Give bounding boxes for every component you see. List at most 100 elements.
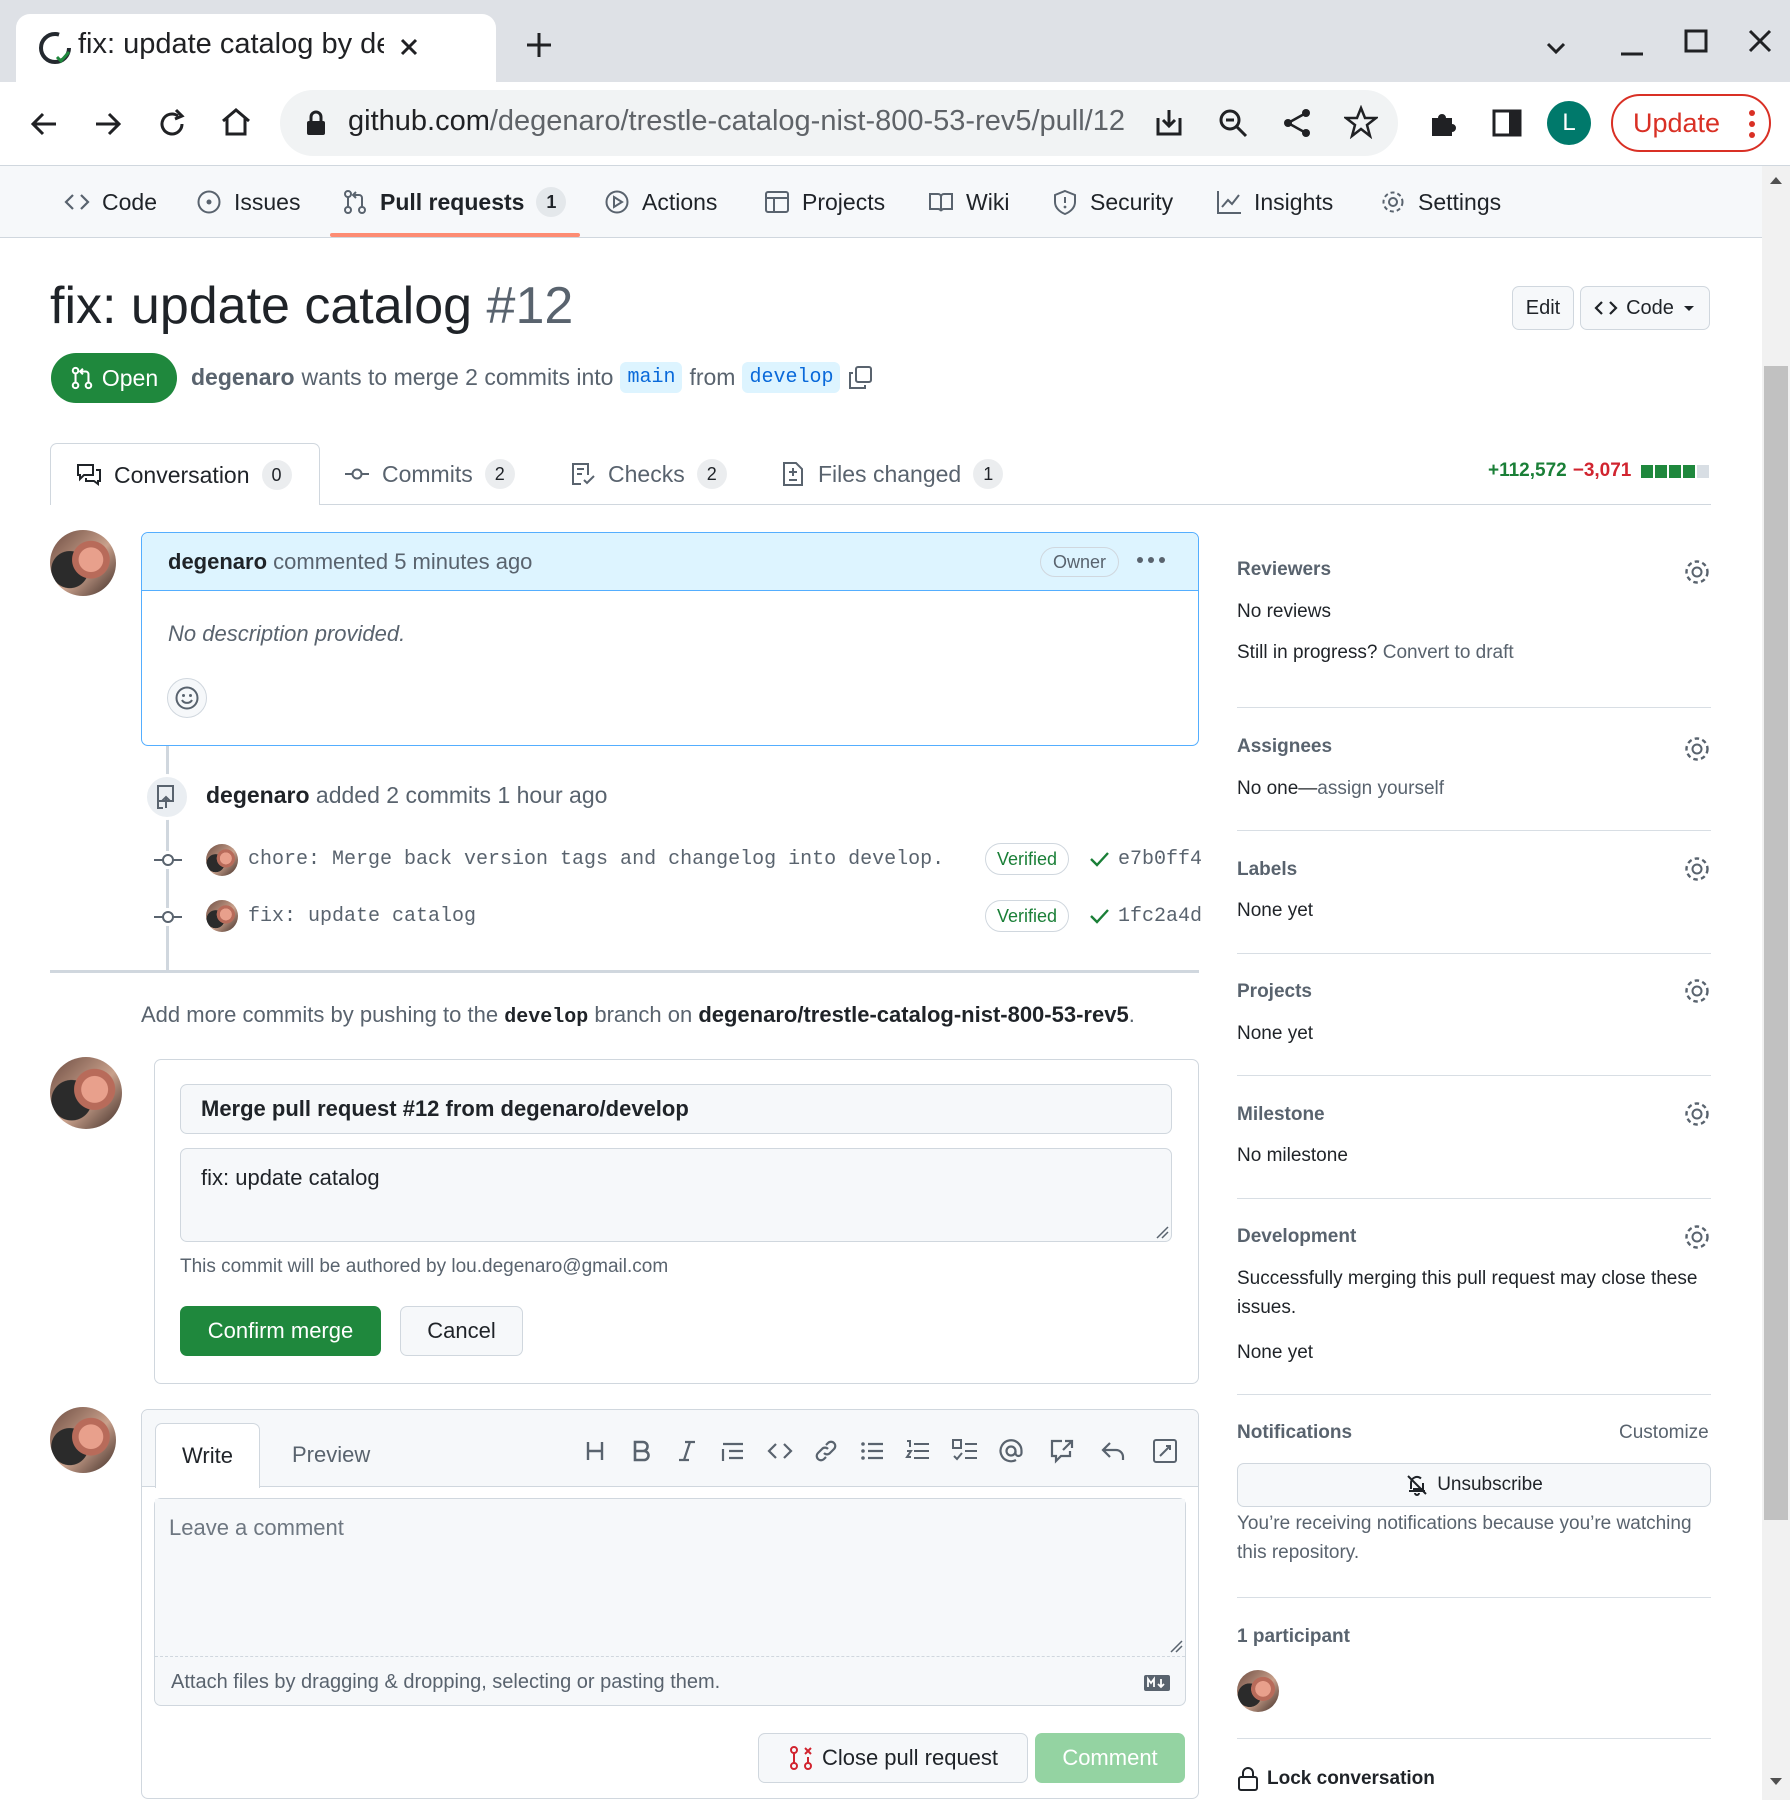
verified-badge[interactable]: Verified <box>985 900 1070 932</box>
assign-yourself-link[interactable]: assign yourself <box>1317 778 1444 799</box>
tab-search-chevron-icon[interactable] <box>1542 34 1570 62</box>
attach-files-hint[interactable]: Attach files by dragging & dropping, sel… <box>171 1671 720 1694</box>
write-tab[interactable]: Write <box>155 1423 260 1488</box>
scrollbar-thumb[interactable] <box>1764 366 1788 1520</box>
update-button[interactable]: Update <box>1611 94 1771 152</box>
avatar[interactable] <box>50 1057 122 1129</box>
lock-conversation-link[interactable]: Lock conversation <box>1237 1766 1435 1792</box>
gear-icon[interactable] <box>1683 1100 1711 1128</box>
add-reaction-button[interactable] <box>167 678 207 718</box>
scroll-down-arrow-icon[interactable] <box>1767 1776 1785 1788</box>
pr-author-link[interactable]: degenaro <box>191 364 295 391</box>
forward-icon[interactable] <box>90 106 126 142</box>
gear-icon[interactable] <box>1683 558 1711 586</box>
assignees-heading[interactable]: Assignees <box>1237 736 1332 758</box>
tab-wiki[interactable]: Wiki <box>928 166 1009 238</box>
commit-sha[interactable]: 1fc2a4d <box>1118 905 1202 928</box>
zoom-icon[interactable] <box>1216 106 1250 140</box>
check-icon[interactable] <box>1088 848 1110 870</box>
tab-actions[interactable]: Actions <box>604 166 717 238</box>
browser-tab[interactable]: fix: update catalog by dege <box>16 14 496 82</box>
code-icon[interactable] <box>766 1437 794 1465</box>
tab-code[interactable]: Code <box>64 166 157 238</box>
quote-icon[interactable] <box>719 1437 747 1465</box>
resize-handle-icon[interactable] <box>1169 1639 1183 1653</box>
merge-title-input[interactable]: Merge pull request #12 from degenaro/dev… <box>180 1084 1172 1134</box>
link-icon[interactable] <box>812 1437 840 1465</box>
participant-avatar[interactable] <box>1237 1670 1279 1712</box>
copy-icon[interactable] <box>847 365 873 391</box>
reviewers-heading[interactable]: Reviewers <box>1237 559 1331 581</box>
push-hint-repo[interactable]: degenaro/trestle-catalog-nist-800-53-rev… <box>698 1002 1128 1027</box>
labels-heading[interactable]: Labels <box>1237 859 1297 881</box>
kebab-menu-icon[interactable] <box>1747 108 1757 140</box>
unordered-list-icon[interactable] <box>858 1437 886 1465</box>
code-dropdown-button[interactable]: Code <box>1580 286 1710 330</box>
confirm-merge-button[interactable]: Confirm merge <box>180 1306 381 1356</box>
tab-issues[interactable]: Issues <box>196 166 300 238</box>
merge-body-textarea[interactable]: fix: update catalog <box>180 1148 1172 1242</box>
tab-settings[interactable]: Settings <box>1380 166 1501 238</box>
gear-icon[interactable] <box>1683 735 1711 763</box>
fullscreen-edit-icon[interactable] <box>1151 1437 1179 1465</box>
cross-reference-icon[interactable] <box>1048 1437 1076 1465</box>
reload-icon[interactable] <box>154 106 190 142</box>
convert-to-draft-link[interactable]: Convert to draft <box>1383 642 1514 663</box>
milestone-heading[interactable]: Milestone <box>1237 1104 1325 1126</box>
edit-title-button[interactable]: Edit <box>1512 286 1574 330</box>
tab-security[interactable]: Security <box>1052 166 1173 238</box>
pr-tab-conversation[interactable]: Conversation 0 <box>50 443 320 505</box>
commit-message[interactable]: chore: Merge back version tags and chang… <box>248 848 944 871</box>
avatar[interactable] <box>50 530 116 596</box>
avatar[interactable] <box>50 1407 116 1473</box>
tab-projects[interactable]: Projects <box>764 166 885 238</box>
minimize-icon[interactable] <box>1617 32 1647 62</box>
gear-icon[interactable] <box>1683 855 1711 883</box>
pr-tab-checks[interactable]: Checks 2 <box>570 459 727 489</box>
profile-avatar[interactable]: L <box>1547 101 1591 145</box>
side-panel-icon[interactable] <box>1490 106 1524 140</box>
task-list-icon[interactable] <box>951 1437 979 1465</box>
gear-icon[interactable] <box>1683 1223 1711 1251</box>
ordered-list-icon[interactable] <box>904 1437 932 1465</box>
head-branch[interactable]: develop <box>742 362 841 393</box>
mention-icon[interactable] <box>997 1437 1025 1465</box>
check-icon[interactable] <box>1088 905 1110 927</box>
tab-insights[interactable]: Insights <box>1216 166 1333 238</box>
window-close-icon[interactable] <box>1745 26 1775 56</box>
markdown-icon[interactable] <box>1143 1674 1171 1692</box>
install-app-icon[interactable] <box>1152 106 1186 140</box>
address-bar[interactable]: github.com/degenaro/trestle-catalog-nist… <box>280 90 1398 156</box>
scroll-up-arrow-icon[interactable] <box>1767 174 1785 186</box>
commit-message[interactable]: fix: update catalog <box>248 905 476 928</box>
gear-icon[interactable] <box>1683 977 1711 1005</box>
comment-button[interactable]: Comment <box>1035 1733 1185 1783</box>
maximize-icon[interactable] <box>1681 26 1711 56</box>
heading-icon[interactable] <box>581 1437 609 1465</box>
back-icon[interactable] <box>26 106 62 142</box>
bold-icon[interactable] <box>627 1437 655 1465</box>
timeline-author[interactable]: degenaro <box>206 782 310 808</box>
avatar[interactable] <box>206 844 238 876</box>
commit-sha[interactable]: e7b0ff4 <box>1118 848 1202 871</box>
cancel-button[interactable]: Cancel <box>400 1306 523 1356</box>
extensions-puzzle-icon[interactable] <box>1426 106 1460 140</box>
share-icon[interactable] <box>1280 106 1314 140</box>
reply-icon[interactable] <box>1099 1437 1127 1465</box>
avatar[interactable] <box>206 900 238 932</box>
tab-close-icon[interactable] <box>394 32 424 62</box>
home-icon[interactable] <box>218 104 254 140</box>
projects-heading[interactable]: Projects <box>1237 981 1312 1003</box>
comment-author[interactable]: degenaro <box>168 549 267 574</box>
bookmark-star-icon[interactable] <box>1344 105 1378 139</box>
comment-textarea[interactable]: Leave a comment <box>155 1499 1185 1657</box>
italic-icon[interactable] <box>673 1437 701 1465</box>
development-heading[interactable]: Development <box>1237 1226 1356 1248</box>
preview-tab[interactable]: Preview <box>292 1442 370 1468</box>
kebab-horizontal-icon[interactable] <box>1136 555 1166 565</box>
pr-tab-commits[interactable]: Commits 2 <box>344 459 515 489</box>
customize-link[interactable]: Customize <box>1619 1422 1709 1444</box>
verified-badge[interactable]: Verified <box>985 843 1070 875</box>
close-pull-request-button[interactable]: Close pull request <box>758 1733 1028 1783</box>
base-branch[interactable]: main <box>620 362 683 393</box>
